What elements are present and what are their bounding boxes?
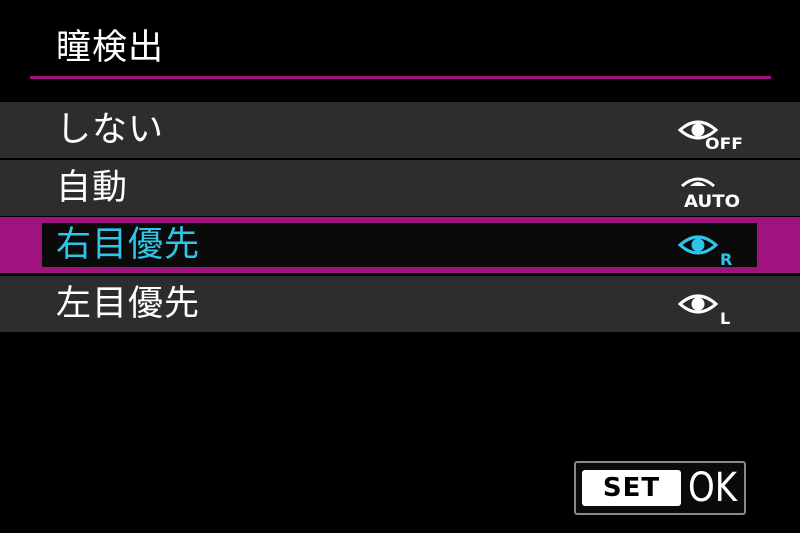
icon-suffix: AUTO xyxy=(684,192,740,210)
menu-option-label: しない xyxy=(56,110,165,150)
title-divider xyxy=(30,76,771,79)
eye-right-icon: R xyxy=(676,227,746,267)
menu-option-label: 右目優先 xyxy=(56,225,201,265)
menu-option-left-eye[interactable]: 左目優先 L xyxy=(0,276,800,332)
menu-option-off[interactable]: しない OFF xyxy=(0,102,800,158)
menu-option-auto[interactable]: 自動 AUTO xyxy=(0,160,800,216)
menu-option-label: 自動 xyxy=(56,168,129,208)
menu-option-right-eye[interactable]: 右目優先 R xyxy=(0,217,800,273)
ok-label: OK xyxy=(688,465,738,511)
icon-suffix: L xyxy=(720,309,730,326)
icon-suffix: OFF xyxy=(705,134,743,152)
eye-auto-icon: AUTO xyxy=(676,170,746,210)
set-ok-button[interactable]: SET OK xyxy=(574,461,746,515)
eye-left-icon: L xyxy=(676,286,746,326)
menu-option-label: 左目優先 xyxy=(56,284,201,324)
page-title: 瞳検出 xyxy=(56,28,165,68)
eye-off-icon: OFF xyxy=(676,112,746,152)
set-key-label: SET xyxy=(582,470,681,506)
icon-suffix: R xyxy=(720,250,732,267)
